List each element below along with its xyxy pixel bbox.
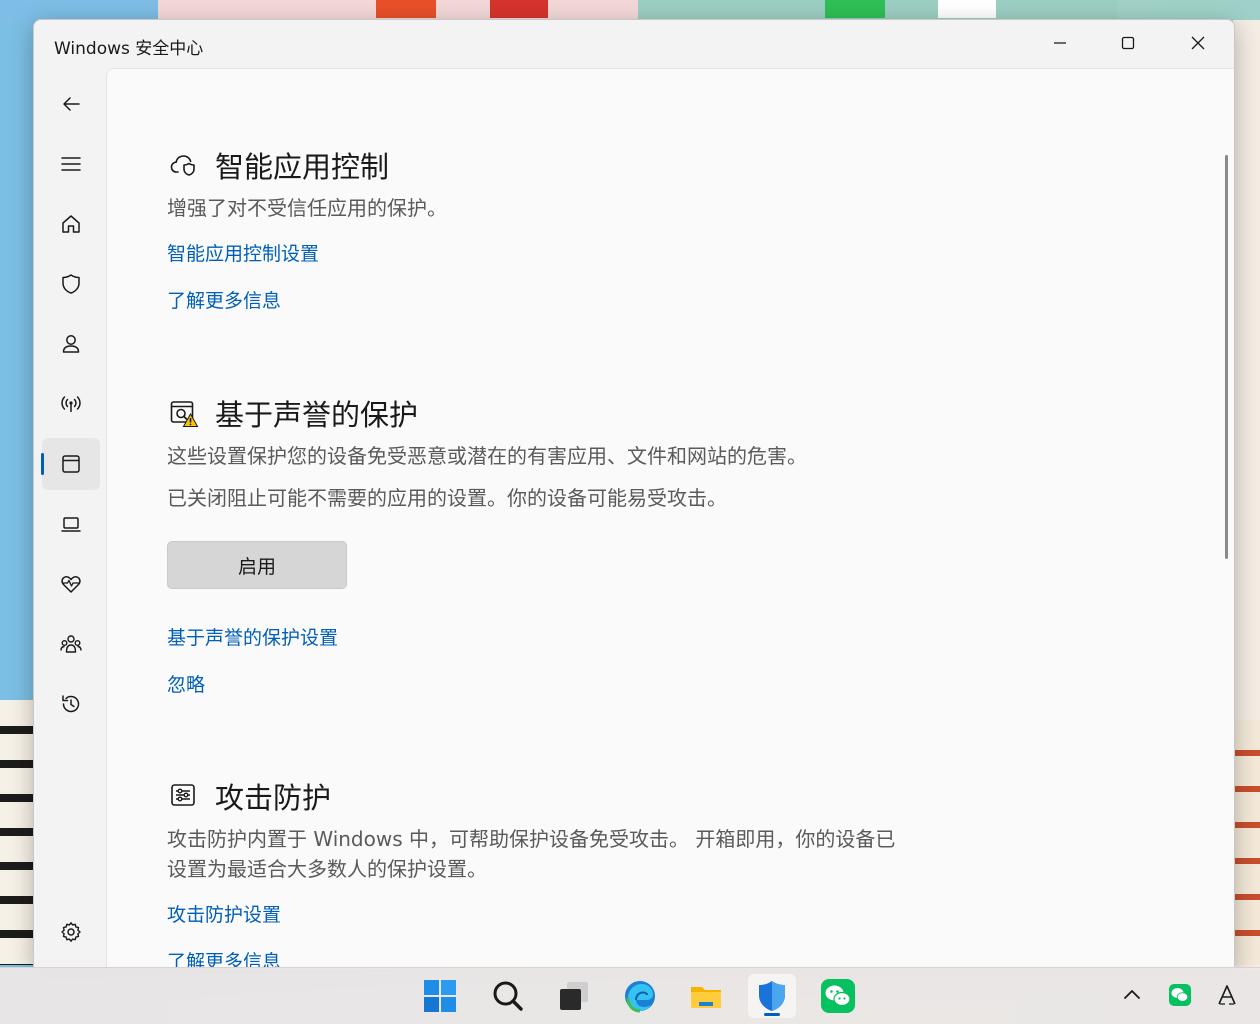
family-options-icon: [60, 635, 82, 653]
nav-item-firewall-network[interactable]: [42, 378, 100, 430]
active-nav-indicator: [41, 453, 44, 475]
desktop-app-icon[interactable]: [376, 0, 436, 18]
heart-pulse-icon: [61, 576, 81, 593]
chevron-up-icon: [1124, 990, 1140, 999]
input-method-button[interactable]: [1210, 978, 1244, 1012]
nav-item-home[interactable]: [42, 198, 100, 250]
start-icon: [424, 980, 456, 1012]
shield-icon: [62, 274, 80, 294]
reputation-protection-section: 基于声誉的保护 这些设置保护您的设备免受恶意或潜在的有害应用、文件和网站的危害。…: [167, 391, 1067, 697]
reputation-protection-settings-link[interactable]: 基于声誉的保护设置: [167, 623, 1067, 650]
section-description: 增强了对不受信任应用的保护。: [167, 196, 447, 220]
file-explorer-icon: [691, 987, 721, 1008]
section-title: 基于声誉的保护: [215, 398, 419, 432]
wechat-tray-button[interactable]: [1163, 978, 1197, 1012]
title-bar[interactable]: Windows 安全中心: [34, 20, 1234, 68]
exploit-protection-section: 攻击防护 攻击防护内置于 Windows 中，可帮助保护设备免受攻击。 开箱即用…: [167, 774, 1067, 968]
close-button[interactable]: [1164, 20, 1232, 66]
wechat-taskbar-button[interactable]: [814, 974, 862, 1018]
main-content: 智能应用控制 增强了对不受信任应用的保护。 智能应用控制设置 了解更多信息 基于…: [106, 68, 1234, 968]
account-icon: [62, 335, 80, 353]
taskbar: [0, 967, 1260, 1024]
smart-app-control-section: 智能应用控制 增强了对不受信任应用的保护。 智能应用控制设置 了解更多信息: [167, 143, 1067, 313]
edge-icon: [625, 981, 655, 1013]
desktop-wallpaper-art: [0, 700, 34, 965]
maximize-button[interactable]: [1094, 20, 1162, 66]
nav-item-account-protection[interactable]: [42, 318, 100, 370]
nav-item-settings[interactable]: [42, 906, 100, 958]
reputation-protection-warning-icon: [167, 398, 201, 428]
desktop-wallpaper-art: [1233, 720, 1260, 965]
menu-toggle-button[interactable]: [42, 138, 100, 190]
navigation-sidebar: [34, 68, 106, 968]
nav-item-virus-protection[interactable]: [42, 258, 100, 310]
search-button[interactable]: [484, 974, 532, 1018]
edge-browser-button[interactable]: [616, 974, 664, 1018]
nav-item-device-performance[interactable]: [42, 558, 100, 610]
section-description: 这些设置保护您的设备免受恶意或潜在的有害应用、文件和网站的危害。: [167, 444, 807, 468]
smart-app-control-settings-link[interactable]: 智能应用控制设置: [167, 239, 1067, 266]
minimize-icon: [1054, 42, 1066, 44]
windows-security-window: Windows 安全中心 智能应用控制 增强了对不受信任应用的保护。 智能应用控…: [33, 19, 1235, 969]
enable-button[interactable]: 启用: [167, 541, 347, 589]
warning-message: 已关闭阻止可能不需要的应用的设置。你的设备可能易受攻击。: [167, 486, 727, 510]
task-view-icon: [560, 982, 588, 1010]
settings-gear-icon: [61, 922, 81, 942]
input-method-icon: [1218, 985, 1236, 1005]
desktop-shortcut-tile: [0, 0, 158, 20]
desktop-app-icon[interactable]: [490, 0, 548, 18]
show-hidden-icons-button[interactable]: [1115, 978, 1149, 1012]
search-icon: [493, 981, 523, 1011]
learn-more-link[interactable]: 了解更多信息: [167, 286, 1067, 313]
learn-more-link[interactable]: 了解更多信息: [167, 947, 1067, 968]
history-icon: [62, 695, 80, 713]
windows-security-icon: [759, 981, 785, 1011]
section-title: 攻击防护: [215, 781, 332, 815]
vertical-scrollbar[interactable]: [1225, 155, 1228, 559]
nav-item-device-security[interactable]: [42, 498, 100, 550]
desktop-app-icon[interactable]: [938, 0, 996, 18]
desktop-top-strip: [0, 0, 1260, 20]
wechat-icon: [821, 979, 855, 1013]
hamburger-menu-icon: [61, 157, 81, 171]
nav-item-family-options[interactable]: [42, 618, 100, 670]
exploit-protection-settings-link[interactable]: 攻击防护设置: [167, 900, 1067, 927]
file-explorer-button[interactable]: [682, 974, 730, 1018]
close-icon: [1191, 36, 1205, 50]
window-title: Windows 安全中心: [54, 39, 204, 59]
section-title: 智能应用控制: [215, 150, 390, 184]
start-button[interactable]: [416, 974, 464, 1018]
nav-item-protection-history[interactable]: [42, 678, 100, 730]
back-arrow-icon: [63, 97, 80, 111]
smart-app-control-icon: [167, 150, 201, 180]
maximize-icon: [1121, 36, 1135, 50]
windows-security-taskbar-button[interactable]: [748, 974, 796, 1018]
task-view-button[interactable]: [550, 974, 598, 1018]
minimize-button[interactable]: [1026, 20, 1094, 66]
section-description: 攻击防护内置于 Windows 中，可帮助保护设备免受攻击。 开箱即用，你的设备…: [167, 827, 896, 881]
back-button[interactable]: [42, 78, 100, 130]
wireless-antenna-icon: [61, 396, 81, 412]
home-icon: [62, 215, 80, 233]
nav-item-app-browser-control[interactable]: [41, 438, 100, 490]
exploit-protection-icon: [167, 781, 201, 811]
dismiss-link[interactable]: 忽略: [167, 670, 1067, 697]
device-security-laptop-icon: [61, 517, 81, 532]
app-browser-control-icon: [62, 455, 80, 473]
desktop-app-icon[interactable]: [825, 0, 885, 18]
wechat-tray-icon: [1169, 984, 1191, 1006]
